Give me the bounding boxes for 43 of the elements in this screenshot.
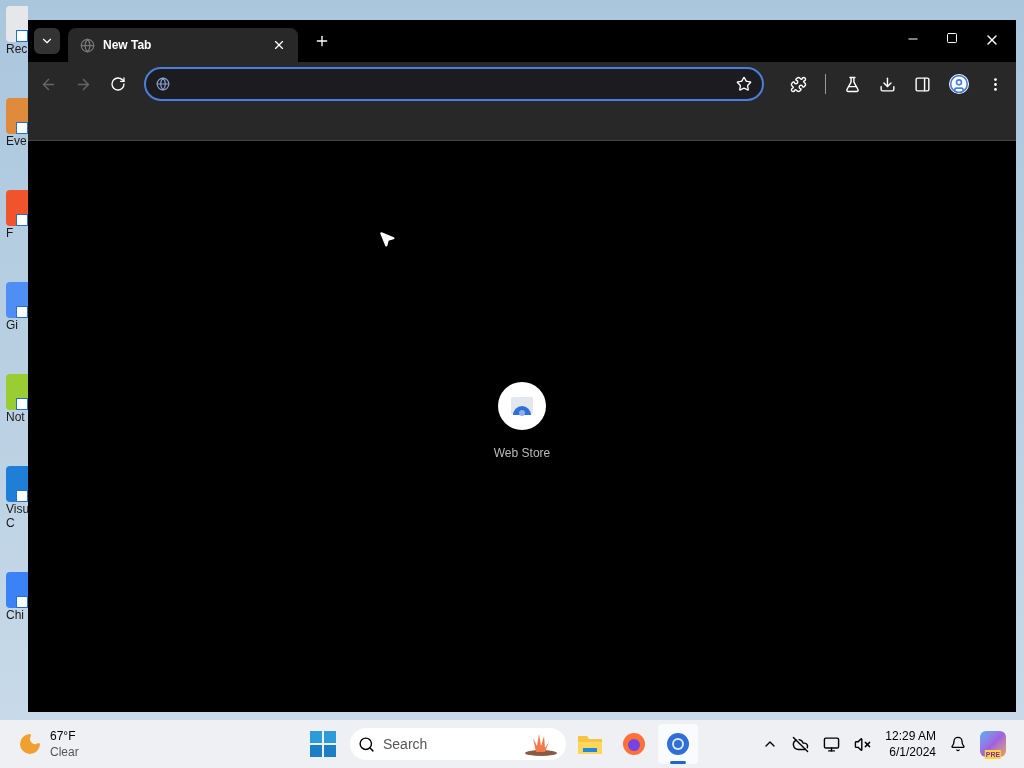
download-icon[interactable]: [879, 75, 897, 93]
new-tab-icon[interactable]: [314, 33, 330, 49]
tab-title: New Tab: [103, 37, 153, 54]
cloud-off-icon[interactable]: [792, 735, 810, 753]
site-icon: [155, 77, 170, 91]
shortcut-label: Eve: [6, 134, 27, 148]
shortcut-tile[interactable]: Web Store: [472, 382, 572, 464]
shortcut-label: Not: [6, 410, 25, 424]
shortcut-label: Chi: [6, 608, 24, 622]
browser-icon: [622, 732, 646, 756]
muted-speaker-icon[interactable]: [854, 735, 872, 753]
shortcut-label: Gi: [6, 318, 18, 332]
taskbar-app[interactable]: [658, 724, 698, 764]
reload-icon[interactable]: [109, 76, 126, 92]
search-field[interactable]: Search: [350, 728, 566, 760]
bookmark-star-icon[interactable]: [736, 76, 753, 92]
shortcut-label: F: [6, 226, 14, 240]
clock-time: 12:29 AM: [885, 728, 936, 744]
clock-date: 6/1/2024: [889, 744, 936, 760]
side-panel-icon[interactable]: [914, 75, 932, 93]
flask-icon[interactable]: [844, 75, 862, 93]
weather-condition: Clear: [50, 744, 79, 760]
running-indicator: [670, 761, 686, 764]
folder-icon: [577, 733, 603, 755]
bell-icon[interactable]: [950, 736, 966, 752]
shortcut-label: Rec: [6, 42, 28, 56]
extensions-icon[interactable]: [790, 75, 808, 93]
search-input[interactable]: Search: [383, 733, 516, 755]
tab-search-button[interactable]: [34, 28, 60, 54]
store-icon: [510, 396, 534, 416]
globe-icon: [80, 37, 95, 53]
shortcut-label: C: [6, 516, 15, 530]
temperature: 67°F: [50, 728, 77, 744]
maximize-icon[interactable]: [946, 32, 958, 44]
cursor-icon: [378, 230, 396, 248]
profile-icon[interactable]: [949, 74, 970, 94]
close-icon[interactable]: [272, 38, 286, 52]
browser-tab[interactable]: New Tab: [68, 28, 298, 62]
browser-icon: [666, 732, 690, 756]
windows-start-icon[interactable]: [310, 731, 336, 757]
address-bar[interactable]: [143, 67, 765, 101]
search-icon: [358, 735, 375, 753]
shortcut-label: Visu: [6, 502, 28, 516]
